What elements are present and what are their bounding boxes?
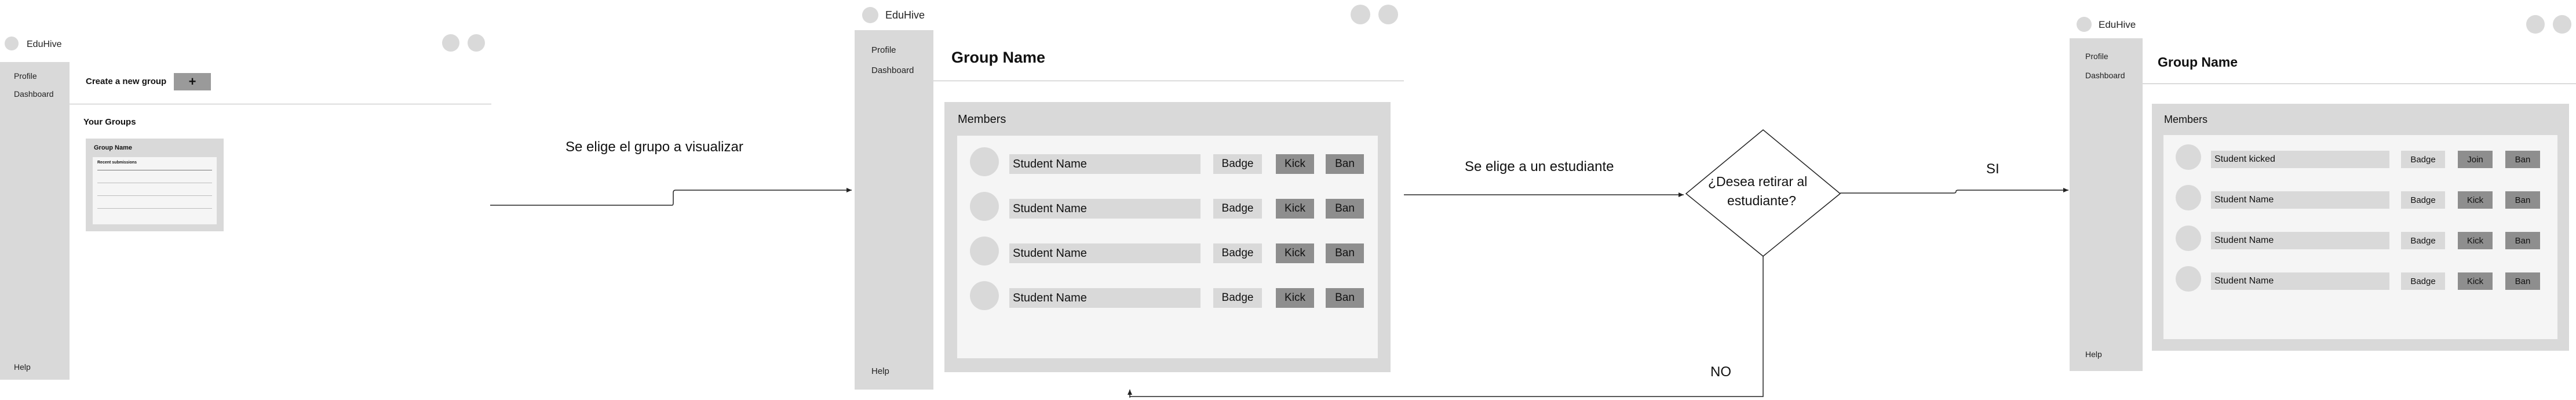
- decision-text-line1: ¿Desea retirar al: [1708, 174, 1808, 189]
- label-yes: SI: [1986, 161, 1999, 177]
- label-choose-group: Se elige el grupo a visualizar: [565, 139, 743, 155]
- label-no: NO: [1710, 364, 1731, 380]
- arrow-to-group-screen: [490, 188, 852, 206]
- flow-connectors: [490, 129, 2068, 398]
- arrow-no: [1129, 256, 1764, 398]
- decision-text-line2: estudiante?: [1727, 193, 1796, 208]
- arrow-yes: [1840, 188, 2068, 194]
- label-choose-student: Se elige a un estudiante: [1465, 159, 1614, 174]
